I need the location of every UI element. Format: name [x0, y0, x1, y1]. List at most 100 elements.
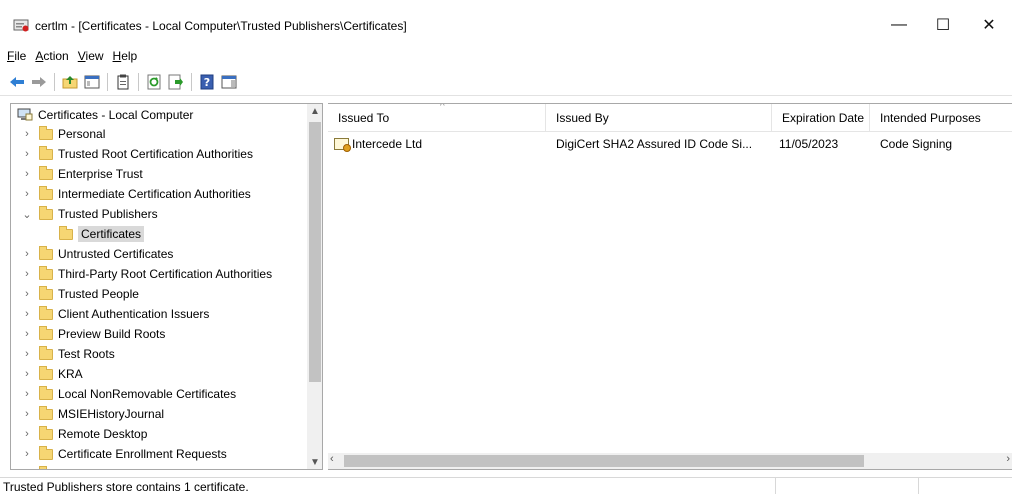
- collapsed-chevron-icon[interactable]: ›: [21, 448, 33, 460]
- column-expiration-date[interactable]: Expiration Date: [772, 104, 870, 132]
- back-button[interactable]: [6, 71, 28, 93]
- console-tree[interactable]: Certificates - Local Computer › Personal ›…: [10, 103, 323, 470]
- tree-item-label: Trusted Root Certification Authorities: [58, 147, 253, 161]
- collapsed-chevron-icon[interactable]: ›: [21, 248, 33, 260]
- tree-item-remote-desktop[interactable]: › Remote Desktop: [11, 424, 147, 444]
- minimize-icon: —: [891, 16, 907, 33]
- collapsed-chevron-icon[interactable]: ›: [21, 188, 33, 200]
- folder-icon: [39, 145, 53, 160]
- collapsed-chevron-icon[interactable]: ›: [21, 268, 33, 280]
- minimize-button[interactable]: —: [876, 10, 922, 40]
- menu-help[interactable]: Help: [113, 49, 145, 63]
- refresh-icon: [147, 74, 161, 89]
- tree-item-client-authentication-issuers[interactable]: › Client Authentication Issuers: [11, 304, 209, 324]
- tree-item-label: Certificate Enrollment Requests: [58, 447, 227, 461]
- export-list-button[interactable]: [165, 71, 187, 93]
- tree-item-smart-card-trusted-roots[interactable]: › Smart Card Trusted Roots: [11, 464, 197, 469]
- tree-item-label: Trusted People: [58, 287, 139, 301]
- show-hide-console-tree-button[interactable]: [81, 71, 103, 93]
- scroll-down-icon[interactable]: ▼: [307, 457, 322, 468]
- tree-item-label: Test Roots: [58, 347, 115, 361]
- up-folder-icon: [62, 75, 78, 88]
- menu-view[interactable]: View: [78, 49, 111, 63]
- show-hide-action-pane-button[interactable]: [218, 71, 240, 93]
- tree-item-untrusted-certificates[interactable]: › Untrusted Certificates: [11, 244, 173, 264]
- up-one-level-button[interactable]: [59, 71, 81, 93]
- collapsed-chevron-icon[interactable]: ›: [21, 308, 33, 320]
- collapsed-chevron-icon[interactable]: ›: [21, 428, 33, 440]
- maximize-button[interactable]: ☐: [920, 10, 966, 40]
- scroll-thumb[interactable]: [344, 455, 864, 467]
- tree-item-certificates[interactable]: Certificates: [11, 224, 145, 244]
- folder-icon: [39, 325, 53, 340]
- tree-item-label: Certificates: [78, 226, 145, 242]
- help-button[interactable]: ?: [196, 71, 218, 93]
- tree-item-label: Personal: [58, 127, 106, 141]
- collapsed-chevron-icon[interactable]: ›: [21, 328, 33, 340]
- tree-item-certificate-enrollment-requests[interactable]: › Certificate Enrollment Requests: [11, 444, 227, 464]
- status-text: Trusted Publishers store contains 1 cert…: [3, 480, 249, 494]
- column-issued-to[interactable]: Issued To ^: [328, 104, 546, 132]
- tree-item-preview-build-roots[interactable]: › Preview Build Roots: [11, 324, 165, 344]
- title-bar: certlm - [Certificates - Local Computer\…: [0, 0, 1012, 40]
- menu-action[interactable]: Action: [35, 49, 75, 63]
- close-icon: ✕: [982, 17, 996, 34]
- properties-button[interactable]: [112, 71, 134, 93]
- forward-arrow-icon: [32, 76, 46, 87]
- tree-item-label: Local NonRemovable Certificates: [58, 387, 237, 401]
- cell-expiration-date: 11/05/2023: [779, 137, 839, 151]
- scroll-up-icon[interactable]: ▲: [307, 106, 322, 117]
- collapsed-chevron-icon[interactable]: ›: [21, 288, 33, 300]
- tree-item-label: Remote Desktop: [58, 427, 148, 441]
- menu-file[interactable]: File: [7, 49, 33, 63]
- tree-item-local-nonremovable-certificates[interactable]: › Local NonRemovable Certificates: [11, 384, 236, 404]
- tree-root-item[interactable]: Certificates - Local Computer: [17, 108, 193, 122]
- tree-root-label: Certificates - Local Computer: [38, 108, 194, 122]
- tree-item-trusted-root-certification-authorities[interactable]: › Trusted Root Certification Authorities: [11, 144, 253, 164]
- cell-intended-purposes: Code Signing: [880, 137, 953, 151]
- menu-bar: File Action View Help: [0, 46, 144, 66]
- tree-item-personal[interactable]: › Personal: [11, 124, 105, 144]
- properties-icon: [117, 74, 129, 89]
- tree-item-enterprise-trust[interactable]: › Enterprise Trust: [11, 164, 143, 184]
- table-row[interactable]: Intercede Ltd DigiCert SHA2 Assured ID C…: [328, 134, 1012, 154]
- folder-icon: [39, 185, 53, 200]
- collapsed-chevron-icon[interactable]: ›: [21, 168, 33, 180]
- folder-icon: [39, 465, 53, 469]
- status-divider: [918, 478, 919, 494]
- tree-item-third-party-root-certification-authorities[interactable]: › Third-Party Root Certification Authorit…: [11, 264, 272, 284]
- collapsed-chevron-icon[interactable]: ›: [21, 148, 33, 160]
- collapsed-chevron-icon[interactable]: ›: [21, 468, 33, 469]
- folder-icon: [39, 445, 53, 460]
- tree-item-label: Intermediate Certification Authorities: [58, 187, 251, 201]
- tree-item-kra[interactable]: › KRA: [11, 364, 83, 384]
- collapsed-chevron-icon[interactable]: ›: [21, 408, 33, 420]
- tree-item-trusted-publishers[interactable]: ⌄ Trusted Publishers: [11, 204, 158, 224]
- expanded-chevron-icon[interactable]: ⌄: [21, 208, 33, 221]
- tree-item-test-roots[interactable]: › Test Roots: [11, 344, 115, 364]
- tree-item-label: Third-Party Root Certification Authoriti…: [58, 267, 273, 281]
- tree-item-label: Preview Build Roots: [58, 327, 166, 341]
- show-hide-tree-icon: [84, 75, 100, 88]
- column-issued-by[interactable]: Issued By: [546, 104, 772, 132]
- collapsed-chevron-icon[interactable]: ›: [21, 368, 33, 380]
- svg-text:?: ?: [204, 76, 210, 89]
- scroll-right-icon[interactable]: ›: [1006, 453, 1010, 465]
- refresh-button[interactable]: [143, 71, 165, 93]
- tree-item-trusted-people[interactable]: › Trusted People: [11, 284, 139, 304]
- collapsed-chevron-icon[interactable]: ›: [21, 348, 33, 360]
- tree-vertical-scrollbar[interactable]: ▲ ▼: [307, 104, 322, 469]
- list-horizontal-scrollbar[interactable]: ‹ ›: [328, 453, 1012, 469]
- close-button[interactable]: ✕: [966, 10, 1012, 40]
- forward-button[interactable]: [28, 71, 50, 93]
- tree-item-msiehistoryjournal[interactable]: › MSIEHistoryJournal: [11, 404, 164, 424]
- collapsed-chevron-icon[interactable]: ›: [21, 388, 33, 400]
- tree-item-intermediate-certification-authorities[interactable]: › Intermediate Certification Authorities: [11, 184, 251, 204]
- folder-icon: [39, 385, 53, 400]
- folder-icon: [39, 405, 53, 420]
- scroll-left-icon[interactable]: ‹: [330, 453, 334, 465]
- scroll-thumb[interactable]: [309, 122, 321, 382]
- tree-item-label: Untrusted Certificates: [58, 247, 174, 261]
- column-intended-purposes[interactable]: Intended Purposes: [870, 104, 1012, 132]
- collapsed-chevron-icon[interactable]: ›: [21, 128, 33, 140]
